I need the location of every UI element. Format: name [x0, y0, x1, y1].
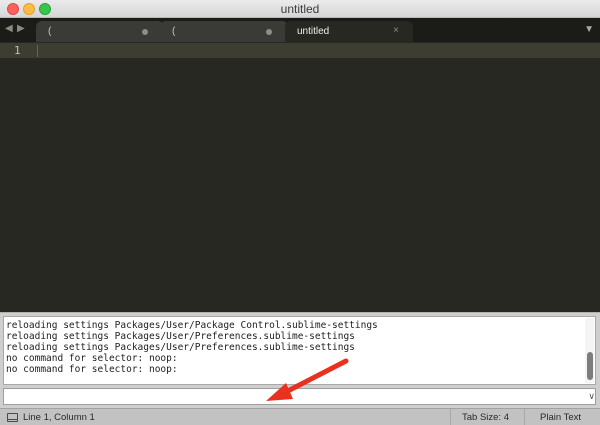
tab-size-indicator[interactable]: Tab Size: 4: [462, 412, 509, 423]
tab-2[interactable]: (: [160, 21, 288, 42]
tab-back-icon[interactable]: ◀: [5, 23, 13, 34]
console-line: reloading settings Packages/User/Prefere…: [6, 331, 355, 342]
modified-dot-icon[interactable]: [142, 29, 148, 35]
tab-label: (: [48, 26, 52, 37]
window-titlebar: untitled: [0, 0, 600, 18]
console-scroll-thumb[interactable]: [587, 352, 593, 380]
chevron-down-icon[interactable]: ∨: [588, 391, 595, 402]
status-bar: Line 1, Column 1 Tab Size: 4 Plain Text: [0, 408, 600, 425]
line-number: 1: [14, 44, 21, 57]
window-title: untitled: [280, 2, 320, 16]
tab-forward-icon[interactable]: ▶: [17, 23, 25, 34]
editor-area[interactable]: 1: [0, 42, 600, 312]
console-line: reloading settings Packages/User/Prefere…: [6, 342, 355, 353]
cursor-position: Line 1, Column 1: [23, 412, 95, 423]
console-line: no command for selector: noop:: [6, 353, 178, 364]
console-line: no command for selector: noop:: [6, 364, 178, 375]
tab-close-icon[interactable]: ×: [393, 25, 399, 36]
status-divider: [450, 409, 451, 425]
annotation-arrow-icon: [266, 358, 349, 401]
syntax-indicator[interactable]: Plain Text: [540, 412, 581, 423]
tab-label: (: [172, 26, 176, 37]
tab-bar: ◀ ▶ ( ( untitled × ▼: [0, 18, 600, 42]
panel-toggle-icon[interactable]: [7, 413, 18, 422]
tab-overflow-icon[interactable]: ▼: [584, 24, 594, 35]
tab-1[interactable]: (: [36, 21, 164, 42]
tab-label: untitled: [297, 26, 330, 37]
text-caret: [37, 45, 38, 57]
modified-dot-icon[interactable]: [266, 29, 272, 35]
tab-untitled[interactable]: untitled ×: [285, 21, 413, 42]
current-line-highlight: [0, 43, 600, 58]
console-line: reloading settings Packages/User/Package…: [6, 320, 378, 331]
status-divider: [524, 409, 525, 425]
